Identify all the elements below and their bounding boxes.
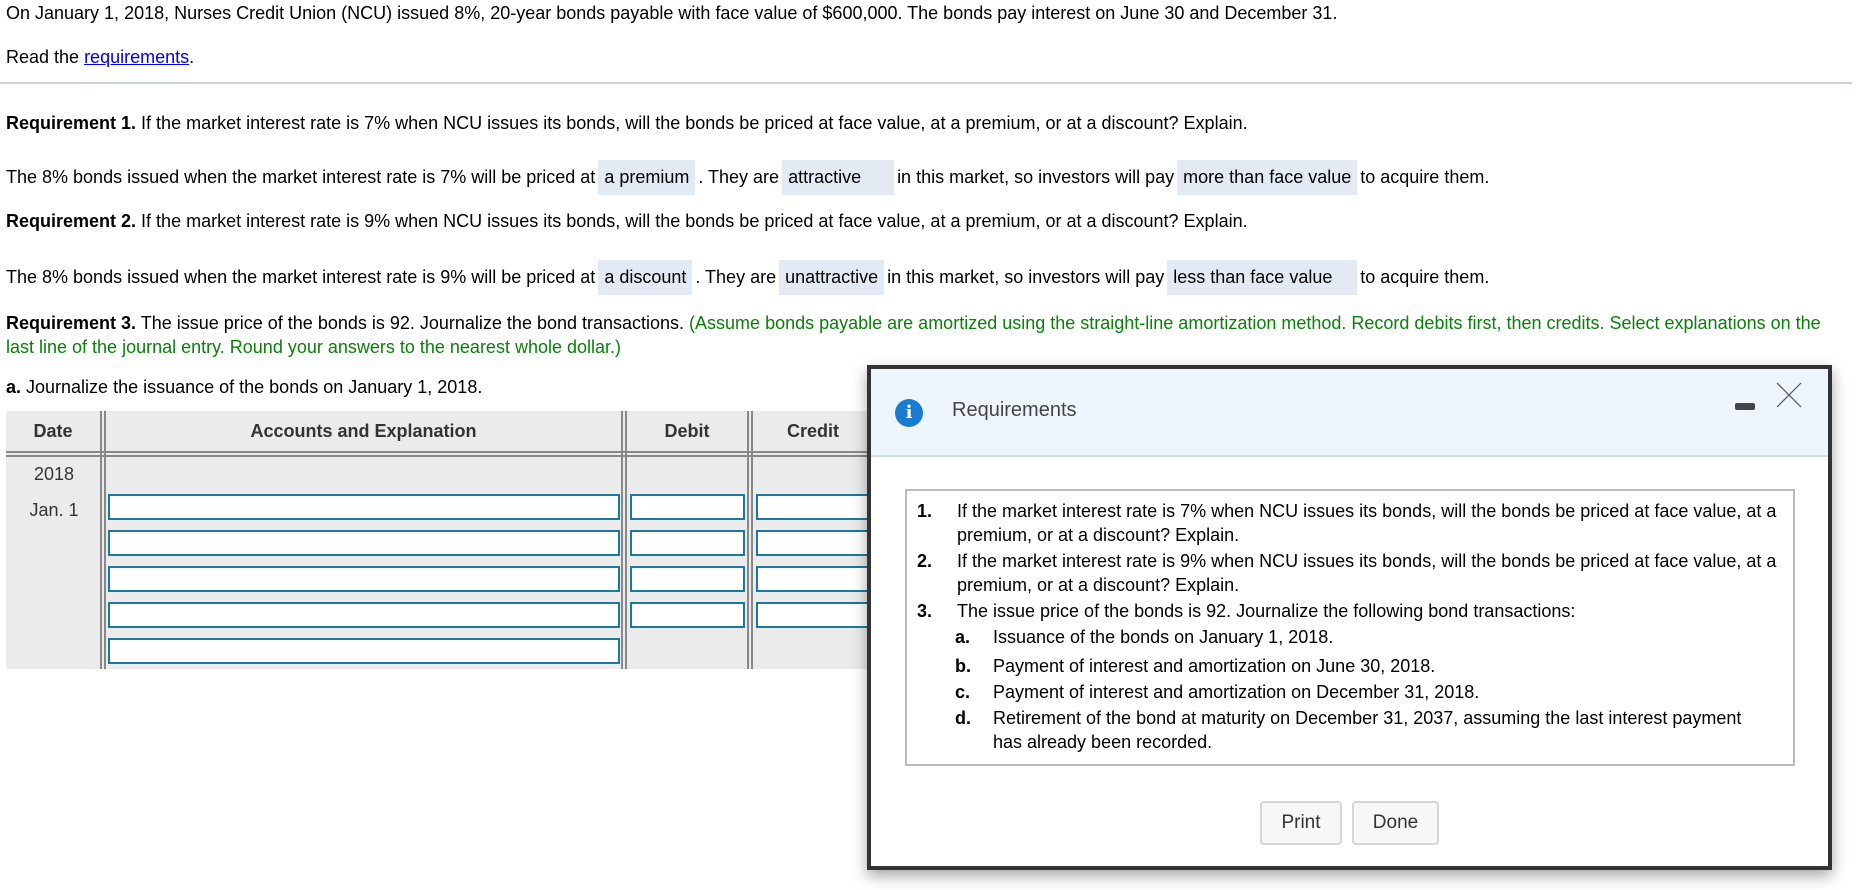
req2-answer-pricing[interactable]: a discount — [598, 260, 693, 295]
requirement-3-question: Requirement 3. The issue price of the bo… — [6, 311, 1836, 359]
debit-input-2[interactable] — [630, 530, 745, 556]
subitem-letter: b. — [955, 656, 971, 676]
requirement-1-label: Requirement 1. — [6, 113, 137, 133]
requirement-3-label: Requirement 3. — [6, 313, 137, 333]
requirement-2-label: Requirement 2. — [6, 211, 137, 231]
part-a-text: Journalize the issuance of the bonds on … — [21, 377, 483, 397]
req1-answer-pricing[interactable]: a premium — [598, 160, 696, 195]
req1-sentence-part3: in this market, so investors will pay — [897, 167, 1175, 187]
explanation-input[interactable] — [108, 638, 620, 664]
print-button[interactable]: Print — [1260, 801, 1342, 845]
column-divider — [100, 411, 106, 669]
subitem-letter: d. — [955, 708, 971, 728]
req2-sentence-part2: . They are — [695, 267, 777, 287]
header-credit: Credit — [786, 421, 839, 441]
dialog-header: i Requirements — [871, 369, 1828, 457]
part-a-prompt: a. Journalize the issuance of the bonds … — [6, 377, 482, 398]
credit-input-1[interactable] — [756, 494, 871, 520]
requirement-1-question: Requirement 1. If the market interest ra… — [6, 113, 1248, 134]
account-input-4[interactable] — [108, 602, 620, 628]
req2-answer-payment[interactable]: less than face value — [1167, 260, 1358, 295]
credit-input-4[interactable] — [756, 602, 871, 628]
subitem-text: Issuance of the bonds on January 1, 2018… — [993, 627, 1334, 647]
req2-answer-attractiveness[interactable]: unattractive — [779, 260, 885, 295]
subitem-text: Payment of interest and amortization on … — [993, 656, 1436, 676]
debit-input-3[interactable] — [630, 566, 745, 592]
account-input-3[interactable] — [108, 566, 620, 592]
header-divider — [6, 451, 868, 457]
column-divider — [621, 411, 627, 669]
subitem-text: Retirement of the bond at maturity on De… — [993, 708, 1742, 752]
req2-sentence-part1: The 8% bonds issued when the market inte… — [6, 267, 596, 287]
info-icon: i — [895, 399, 923, 427]
requirements-link[interactable]: requirements — [84, 47, 189, 67]
read-suffix: . — [189, 47, 195, 67]
req1-answer-payment[interactable]: more than face value — [1177, 160, 1358, 195]
req1-sentence-part2: . They are — [698, 167, 780, 187]
dialog-title: Requirements — [952, 399, 1077, 421]
journal-date: Jan. 1 — [29, 500, 79, 520]
item-text: The issue price of the bonds is 92. Jour… — [957, 601, 1576, 621]
debit-input-4[interactable] — [630, 602, 745, 628]
done-button[interactable]: Done — [1352, 801, 1439, 845]
problem-statement: On January 1, 2018, Nurses Credit Union … — [6, 3, 1338, 23]
account-input-1[interactable] — [108, 494, 620, 520]
credit-input-3[interactable] — [756, 566, 871, 592]
requirement-1-answer: The 8% bonds issued when the market inte… — [6, 160, 1489, 195]
req2-sentence-part4: to acquire them. — [1360, 267, 1490, 287]
requirement-2-question: Requirement 2. If the market interest ra… — [6, 211, 1248, 232]
account-input-2[interactable] — [108, 530, 620, 556]
close-icon[interactable] — [1776, 382, 1802, 408]
item-text: If the market interest rate is 7% when N… — [957, 501, 1777, 545]
requirements-dialog: i Requirements 1. If the market interest … — [867, 365, 1832, 870]
header-date: Date — [33, 421, 73, 441]
item-text: If the market interest rate is 9% when N… — [957, 551, 1777, 595]
journal-year: 2018 — [33, 464, 75, 484]
header-accounts: Accounts and Explanation — [250, 421, 477, 441]
read-requirements-line: Read the requirements. — [6, 47, 194, 68]
req1-sentence-part4: to acquire them. — [1360, 167, 1490, 187]
debit-input-1[interactable] — [630, 494, 745, 520]
req2-sentence-part3: in this market, so investors will pay — [887, 267, 1165, 287]
req1-answer-attractiveness[interactable]: attractive — [782, 160, 895, 195]
subitem-letter: c. — [955, 682, 971, 702]
journal-entry-table: Date Accounts and Explanation Debit Cred… — [6, 411, 871, 669]
divider — [0, 82, 1852, 84]
item-number: 1. — [917, 501, 933, 521]
read-prefix: Read the — [6, 47, 85, 67]
credit-input-2[interactable] — [756, 530, 871, 556]
subitem-text: Payment of interest and amortization on … — [993, 682, 1480, 702]
item-number: 2. — [917, 551, 933, 571]
part-a-label: a. — [6, 377, 22, 397]
requirement-2-text: If the market interest rate is 9% when N… — [136, 211, 1248, 231]
item-number: 3. — [917, 601, 933, 621]
req1-sentence-part1: The 8% bonds issued when the market inte… — [6, 167, 596, 187]
minimize-icon[interactable] — [1735, 403, 1755, 410]
requirements-list: 1. If the market interest rate is 7% when… — [905, 489, 1795, 766]
requirement-3-text: The issue price of the bonds is 92. Jour… — [136, 313, 690, 333]
subitem-letter: a. — [955, 627, 971, 647]
requirement-1-text: If the market interest rate is 7% when N… — [136, 113, 1248, 133]
header-debit: Debit — [664, 421, 710, 441]
requirement-2-answer: The 8% bonds issued when the market inte… — [6, 260, 1489, 295]
column-divider — [747, 411, 753, 669]
